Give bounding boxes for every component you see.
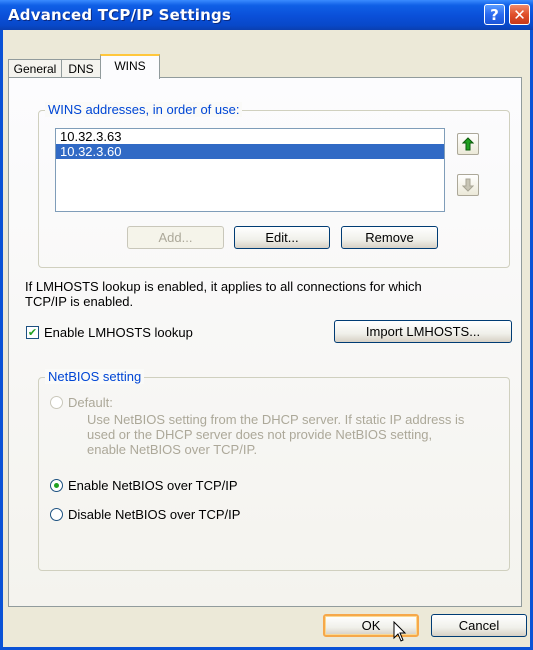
arrow-up-icon <box>462 137 474 151</box>
disable-netbios-label[interactable]: Disable NetBIOS over TCP/IP <box>68 507 240 522</box>
cancel-button[interactable]: Cancel <box>431 614 527 637</box>
move-up-button[interactable] <box>457 133 479 155</box>
lmhosts-info-line2: TCP/IP is enabled. <box>25 294 134 309</box>
list-item[interactable]: 10.32.3.60 <box>56 144 444 159</box>
move-down-button[interactable] <box>457 174 479 196</box>
wins-group-title: WINS addresses, in order of use: <box>45 102 243 117</box>
enable-lmhosts-checkbox[interactable]: ✔ <box>26 326 39 339</box>
title-bar[interactable]: Advanced TCP/IP Settings ? ✕ <box>0 0 533 30</box>
netbios-default-radio[interactable] <box>50 396 63 409</box>
disable-netbios-radio[interactable] <box>50 508 63 521</box>
lmhosts-info-line1: If LMHOSTS lookup is enabled, it applies… <box>25 279 422 294</box>
remove-button[interactable]: Remove <box>341 226 438 249</box>
tab-general[interactable]: General <box>8 59 62 78</box>
netbios-default-desc-1: Use NetBIOS setting from the DHCP server… <box>87 412 465 427</box>
arrow-down-icon <box>462 178 474 192</box>
netbios-default-desc-3: enable NetBIOS over TCP/IP. <box>87 442 258 457</box>
list-item[interactable]: 10.32.3.63 <box>56 129 444 144</box>
dialog-window: Advanced TCP/IP Settings ? ✕ General DNS… <box>0 0 533 650</box>
add-button[interactable]: Add... <box>127 226 224 249</box>
netbios-group-title: NetBIOS setting <box>45 369 145 384</box>
window-title: Advanced TCP/IP Settings <box>8 6 232 24</box>
wins-address-list[interactable]: 10.32.3.63 10.32.3.60 <box>55 128 445 212</box>
enable-netbios-label[interactable]: Enable NetBIOS over TCP/IP <box>68 478 238 493</box>
help-icon[interactable]: ? <box>484 4 505 25</box>
netbios-default-label[interactable]: Default: <box>68 395 113 410</box>
netbios-default-desc-2: used or the DHCP server does not provide… <box>87 427 433 442</box>
edit-button[interactable]: Edit... <box>234 226 330 249</box>
import-lmhosts-button[interactable]: Import LMHOSTS... <box>334 320 512 343</box>
close-icon[interactable]: ✕ <box>509 4 530 25</box>
dialog-client: General DNS WINS WINS addresses, in orde… <box>3 30 530 647</box>
mouse-pointer-icon <box>393 621 407 642</box>
tab-wins[interactable]: WINS <box>100 54 160 79</box>
tab-dns[interactable]: DNS <box>61 59 101 78</box>
enable-netbios-radio[interactable] <box>50 479 63 492</box>
enable-lmhosts-label[interactable]: Enable LMHOSTS lookup <box>44 325 193 340</box>
